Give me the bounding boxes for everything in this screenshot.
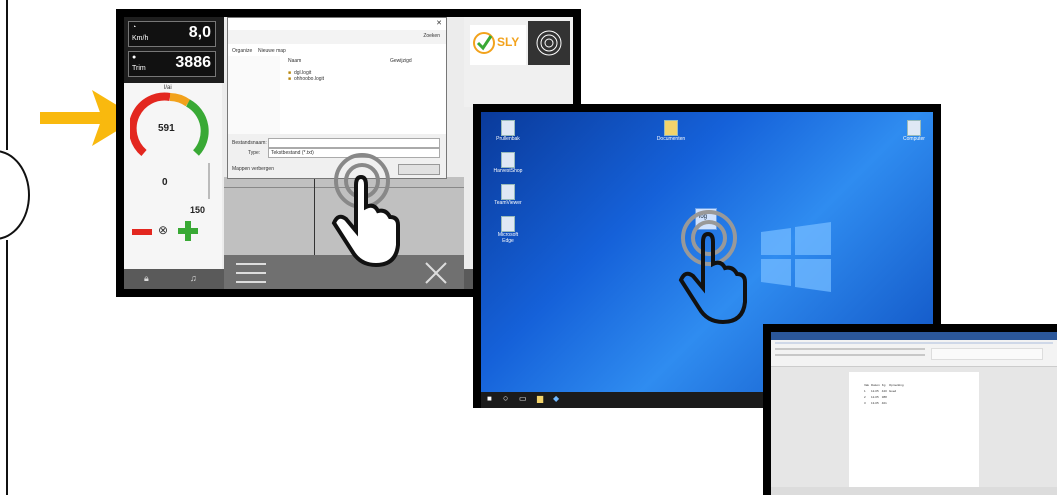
gauge-label: l/ai: [164, 85, 172, 91]
desktop-icon-label: Documenten: [656, 136, 686, 142]
tap-hand-icon: [678, 210, 747, 325]
hide-folders-link[interactable]: Mappen verbergen: [232, 166, 274, 172]
desktop-icon[interactable]: Computer: [899, 120, 929, 142]
document-page[interactable]: Vak Datum Kg Opmerking 1 12-05 420 Goed 2 12-05…: [849, 372, 979, 495]
rpm-unit: Trim: [132, 65, 146, 72]
lock-icon[interactable]: 🔒︎: [144, 273, 149, 284]
organize-button[interactable]: Organize: [232, 48, 252, 54]
file-item[interactable]: ohhoobo.logit: [294, 76, 324, 82]
mic-icon[interactable]: ♫: [190, 273, 197, 283]
desktop-icon-label: Prullenbak: [496, 136, 520, 142]
desktop-icon[interactable]: Prullenbak: [493, 120, 523, 142]
speed-value: 8,0: [188, 24, 211, 41]
speed-unit: Km/h: [132, 35, 149, 42]
setpoint-value: 150: [190, 205, 206, 215]
taskview-icon[interactable]: ▭: [519, 394, 527, 403]
desktop-icon[interactable]: HarvestShop: [493, 152, 523, 174]
file-list: Naam Gewijzigd ■ dgl.logit ■ ohhoobo.log…: [280, 56, 446, 134]
filename-field[interactable]: [268, 138, 440, 148]
rpm-value: 3886: [175, 54, 211, 71]
address-bar: Zoeken: [228, 30, 446, 44]
speed-readout: ◔ Km/h 8,0: [128, 21, 216, 47]
gauge-panel: l/ai 591 0 150 ⊗: [124, 83, 222, 289]
explorer-icon[interactable]: ▆: [537, 394, 543, 403]
decor-line: [6, 0, 8, 150]
col-date[interactable]: Gewijzigd: [390, 58, 412, 64]
target-icon[interactable]: ⊗: [158, 223, 168, 237]
desktop-icon[interactable]: Microsoft Edge: [493, 216, 523, 244]
word-ribbon: [771, 340, 1057, 367]
folder-icon: ■: [288, 76, 292, 82]
table-cell: 13-05: [870, 401, 879, 405]
word-statusbar: [771, 487, 1057, 495]
desktop-icon-label: HarvestShop: [493, 168, 523, 174]
check-logo-icon: [473, 32, 495, 54]
logo-text: SLY: [497, 35, 520, 49]
plus-icon[interactable]: [178, 221, 198, 241]
styles-gallery[interactable]: [931, 348, 1043, 360]
windows-logo-icon: [761, 222, 831, 292]
edge-icon: [501, 216, 515, 232]
desktop-icon-label: TeamViewer: [494, 200, 522, 206]
document-table: Vak Datum Kg Opmerking 1 12-05 420 Goed 2 12-05…: [863, 382, 904, 406]
close-icon[interactable]: [424, 261, 448, 285]
type-value: Tekstbestand (*.txt): [271, 150, 314, 156]
decor-arc: [0, 150, 30, 240]
rpm-readout: ● Trim 3886: [128, 51, 216, 77]
engine-icon: ●: [132, 54, 137, 61]
tap-hand-icon: [331, 153, 400, 268]
table-cell: 3: [864, 401, 866, 405]
app-icon: [501, 152, 515, 168]
word-window: Vak Datum Kg Opmerking 1 12-05 420 Goed 2 12-05…: [771, 332, 1057, 495]
desktop-icon[interactable]: TeamViewer: [493, 184, 523, 206]
type-label: Type:: [248, 150, 261, 156]
menu-icon[interactable]: [236, 263, 266, 283]
col-name[interactable]: Naam: [288, 58, 301, 64]
word-document-screen: Vak Datum Kg Opmerking 1 12-05 420 Goed 2 12-05…: [763, 324, 1057, 495]
desktop-icon[interactable]: Documenten: [651, 120, 691, 142]
desktop-icon-label: Computer: [903, 136, 925, 142]
speedometer-icon: ◔: [132, 24, 137, 31]
filename-label: Bestandsnaam:: [232, 140, 267, 146]
edge-taskbar-icon[interactable]: ◆: [553, 394, 559, 403]
teamviewer-icon: [501, 184, 515, 200]
search-icon[interactable]: ○: [503, 393, 508, 403]
new-folder-button[interactable]: Nieuwe map: [258, 48, 286, 54]
counter-value: 0: [162, 177, 168, 188]
folder-icon: [664, 120, 678, 136]
desktop-icon-label: Microsoft Edge: [497, 232, 519, 244]
recycle-bin-icon: [501, 120, 515, 136]
table-cell: [888, 400, 905, 406]
gauge-value: 591: [158, 123, 175, 134]
word-titlebar: [771, 332, 1057, 340]
table-cell: 401: [881, 401, 887, 405]
computer-icon: [907, 120, 921, 136]
sly-logo: SLY: [470, 25, 526, 65]
start-icon[interactable]: ■: [487, 394, 492, 403]
minus-icon[interactable]: [132, 229, 152, 235]
fingerprint-icon[interactable]: [528, 21, 570, 65]
divider: [208, 163, 210, 199]
decor-line-lower: [6, 240, 8, 495]
close-icon[interactable]: ✕: [436, 19, 442, 27]
nav-pane[interactable]: [228, 56, 280, 134]
search-input[interactable]: Zoeken: [423, 33, 440, 39]
